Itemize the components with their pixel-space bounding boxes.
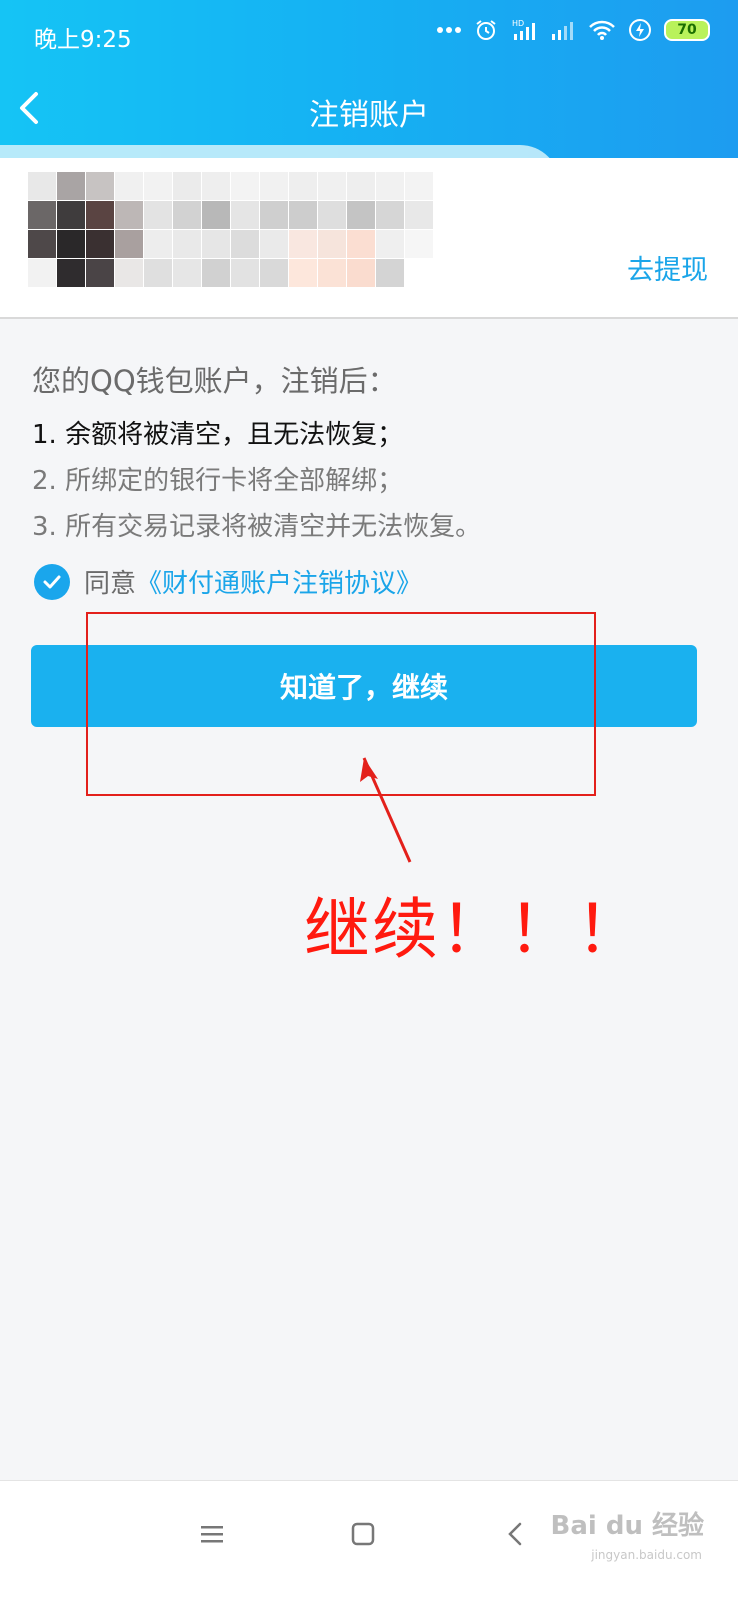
- baidu-watermark: Bai du 经验: [550, 1511, 705, 1541]
- svg-text:HD: HD: [512, 19, 524, 28]
- agreement-prefix: 同意: [84, 569, 137, 599]
- wifi-icon: [588, 19, 616, 41]
- notice-title: 您的QQ钱包账户，注销后：: [32, 364, 397, 398]
- home-square-icon: [351, 1522, 375, 1550]
- alarm-icon: [474, 18, 498, 42]
- notice-item-2: 2. 所绑定的银行卡将全部解绑；: [32, 466, 404, 496]
- checkbox-checked-icon[interactable]: [34, 563, 70, 600]
- nav-back-button[interactable]: [490, 1511, 540, 1561]
- status-icons: HD 70: [436, 18, 710, 42]
- menu-button[interactable]: [187, 1511, 237, 1561]
- notice-item-1: 1. 余额将被清空，且无法恢复；: [32, 420, 404, 450]
- page-title: 注销账户: [309, 98, 429, 133]
- home-button[interactable]: [338, 1511, 388, 1561]
- annotation-arrow-icon: [360, 757, 412, 863]
- withdraw-link[interactable]: 去提现: [627, 248, 708, 287]
- hd-signal-icon: HD: [510, 18, 538, 42]
- status-bar: 晚上9:25 HD 70: [0, 0, 738, 68]
- more-dots-icon: [436, 26, 462, 34]
- agreement-link[interactable]: 《财付通账户注销协议》: [136, 563, 422, 600]
- annotation-text: 继续！！！: [304, 891, 644, 968]
- menu-icon: [200, 1523, 224, 1549]
- agreement-row: 同意 《财付通账户注销协议》: [34, 563, 422, 600]
- notice-item-3: 3. 所有交易记录将被清空并无法恢复。: [32, 512, 482, 542]
- baidu-watermark-url: jingyan.baidu.com: [591, 1548, 702, 1562]
- back-triangle-icon: [505, 1521, 525, 1551]
- battery-icon: 70: [664, 19, 710, 41]
- status-time: 晚上9:25: [34, 27, 132, 53]
- divider: [0, 317, 738, 319]
- header-wave-decoration: [0, 145, 560, 158]
- app-header: 晚上9:25 HD 70 注销账户: [0, 0, 738, 158]
- charging-icon: [628, 18, 652, 42]
- account-card: 去提现: [0, 158, 738, 318]
- signal-icon: [550, 19, 576, 41]
